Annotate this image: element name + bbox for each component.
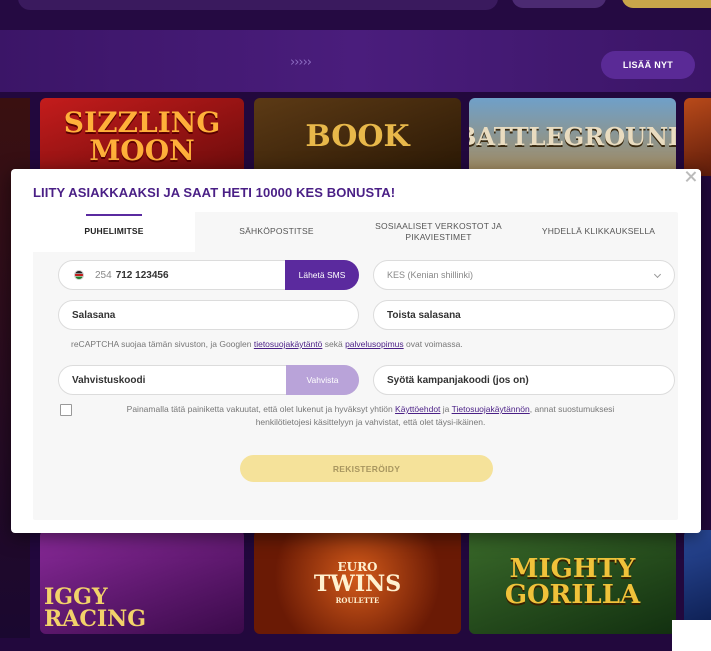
- top-login-button[interactable]: [512, 0, 606, 8]
- tab-one-click[interactable]: YHDELLÄ KLIKKAUKSELLA: [519, 212, 678, 252]
- verification-code-placeholder: Vahvistuskoodi: [72, 374, 146, 386]
- tab-social[interactable]: SOSIAALISET VERKOSTOT JA PIKAVIESTIMET: [358, 212, 519, 252]
- send-sms-button[interactable]: Lähetä SMS: [285, 260, 359, 290]
- carousel-arrows-icon[interactable]: ›››››: [290, 55, 312, 70]
- phone-prefix: 254: [95, 269, 112, 281]
- recaptcha-text: reCAPTCHA suojaa tämän sivuston, ja Goog…: [71, 339, 254, 349]
- tab-email[interactable]: SÄHKÖPOSTITSE: [195, 212, 358, 252]
- password-placeholder: Salasana: [72, 309, 116, 321]
- top-register-button[interactable]: [622, 0, 711, 8]
- game-tile-mighty-gorilla[interactable]: MIGHTY GORILLA: [469, 530, 676, 634]
- registration-tabs: PUHELIMITSE SÄHKÖPOSTITSE SOSIAALISET VE…: [33, 212, 678, 252]
- phone-number: 712 123456: [115, 269, 169, 281]
- registration-form: PUHELIMITSE SÄHKÖPOSTITSE SOSIAALISET VE…: [33, 212, 678, 520]
- game-tile-euro-twins[interactable]: EURO TWINS ROULETTE: [254, 530, 461, 634]
- game-tile-battleground[interactable]: BATTLEGROUND: [469, 98, 676, 176]
- tab-social-label: SOSIAALISET VERKOSTOT JA PIKAVIESTIMET: [375, 220, 502, 242]
- top-search-field[interactable]: [18, 0, 498, 10]
- terms-text-start: Painamalla tätä painiketta vakuutat, ett…: [126, 404, 396, 414]
- recaptcha-text-end: ovat voimassa.: [403, 339, 463, 349]
- terms-text: Painamalla tätä painiketta vakuutat, ett…: [98, 403, 643, 429]
- privacy-link[interactable]: tietosuojakäytäntö: [254, 339, 323, 349]
- game-tile-book[interactable]: BOOK: [254, 98, 461, 176]
- terms-checkbox[interactable]: [60, 404, 72, 416]
- phone-field[interactable]: 254 712 123456 Lähetä SMS: [58, 260, 359, 290]
- corner-widget: [672, 620, 711, 651]
- chevron-down-icon: [653, 270, 662, 279]
- game-tile-partial-bottom[interactable]: [684, 530, 711, 634]
- recaptcha-notice: reCAPTCHA suojaa tämän sivuston, ja Goog…: [71, 339, 463, 349]
- tab-phone[interactable]: PUHELIMITSE: [33, 212, 195, 252]
- terms-of-service-link[interactable]: palvelusopimus: [345, 339, 404, 349]
- promo-code-placeholder: Syötä kampanjakoodi (jos on): [387, 374, 529, 386]
- more-button[interactable]: LISÄÄ NYT: [601, 51, 695, 79]
- registration-modal: LIITY ASIAKKAAKSI JA SAAT HETI 10000 KES…: [11, 169, 701, 533]
- verification-code-field[interactable]: Vahvistuskoodi Vahvista: [58, 365, 359, 395]
- modal-title: LIITY ASIAKKAAKSI JA SAAT HETI 10000 KES…: [33, 185, 396, 200]
- register-button[interactable]: REKISTERÖIDY: [240, 455, 493, 482]
- kenya-flag-icon[interactable]: [74, 270, 84, 280]
- verify-button[interactable]: Vahvista: [286, 365, 359, 395]
- repeat-password-placeholder: Toista salasana: [387, 309, 461, 321]
- terms-link[interactable]: Käyttöehdot: [395, 404, 440, 414]
- privacy-policy-link[interactable]: Tietosuojakäytännön: [452, 404, 530, 414]
- game-tile-iggy-racing[interactable]: IGGY RACING: [40, 530, 244, 634]
- currency-select[interactable]: KES (Kenian shillinki): [373, 260, 675, 290]
- password-field[interactable]: Salasana: [58, 300, 359, 330]
- game-tile-sizzling-moon[interactable]: SIZZLING MOON: [40, 98, 244, 176]
- terms-text-and: ja: [440, 404, 452, 414]
- repeat-password-field[interactable]: Toista salasana: [373, 300, 675, 330]
- top-bar: [0, 0, 711, 30]
- promo-code-field[interactable]: Syötä kampanjakoodi (jos on): [373, 365, 675, 395]
- game-tile-partial[interactable]: [684, 98, 711, 176]
- close-icon[interactable]: [684, 169, 698, 183]
- currency-value: KES (Kenian shillinki): [387, 270, 474, 280]
- recaptcha-text-and: sekä: [322, 339, 346, 349]
